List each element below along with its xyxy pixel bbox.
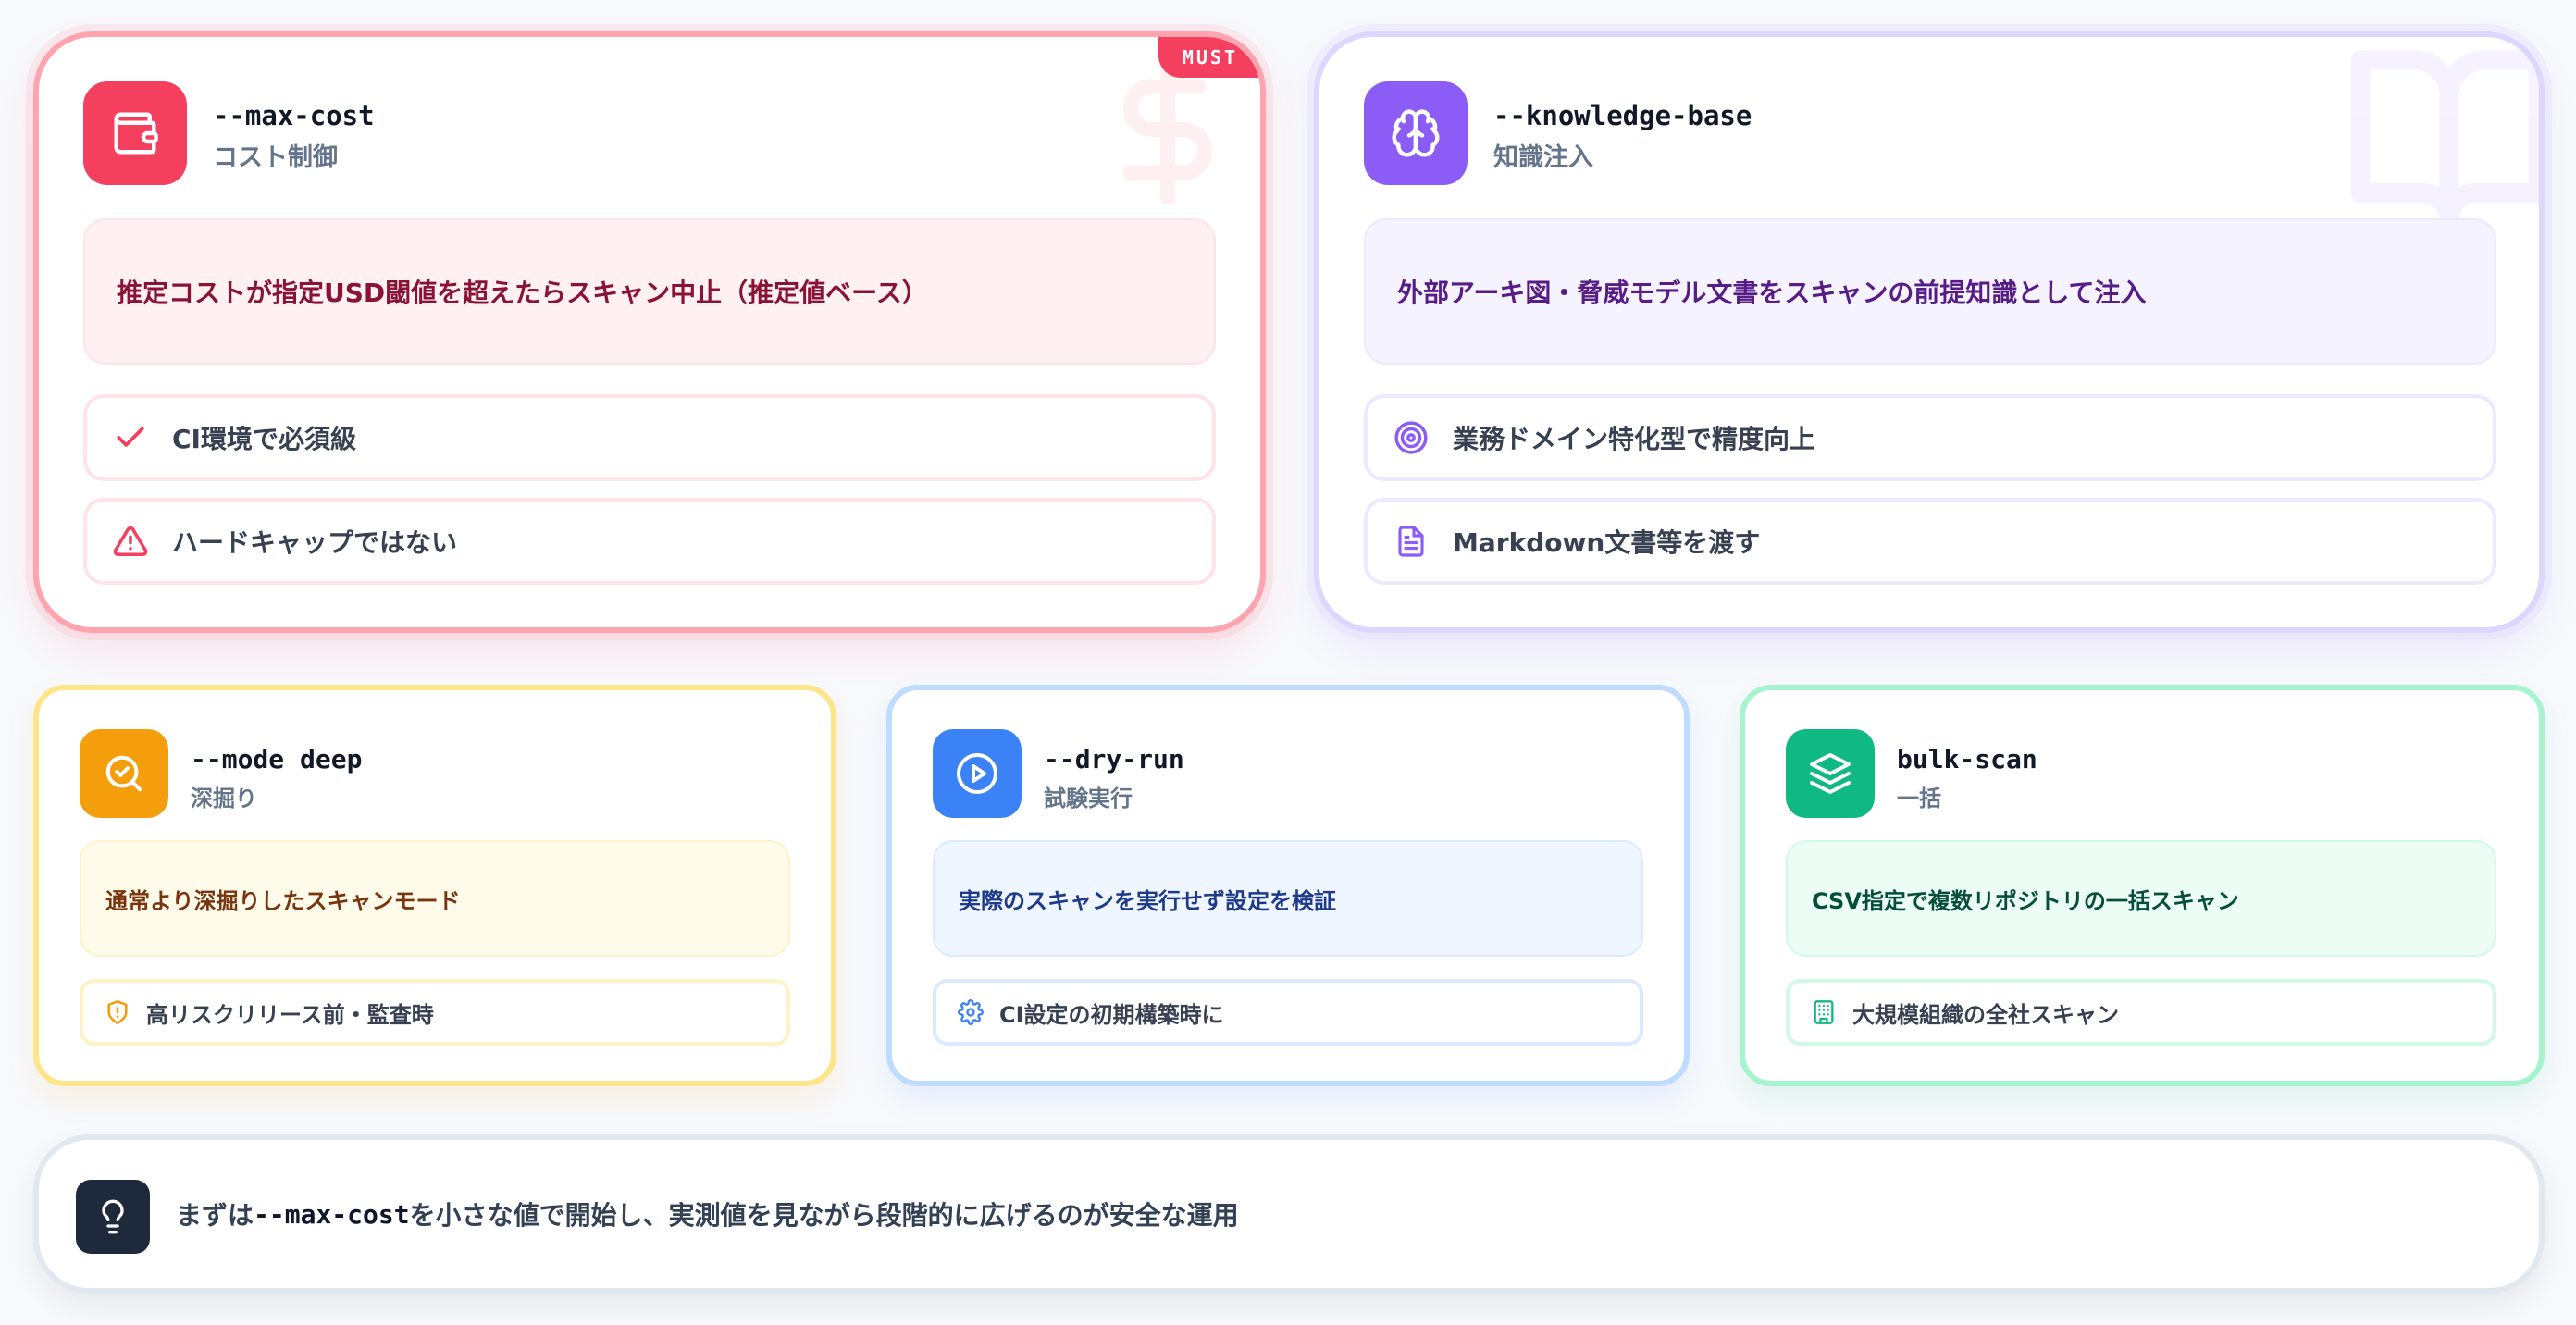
tip-code: --max-cost bbox=[254, 1198, 410, 1230]
card-header: --mode deep 深掘り bbox=[191, 744, 362, 812]
feature-item: CI環境で必須級 bbox=[83, 394, 1216, 481]
feature-label: 高リスクリリース前・監査時 bbox=[146, 1001, 434, 1028]
flag-description: CSV指定で複数リポジトリの一括スキャン bbox=[1786, 840, 2496, 957]
card-header: --dry-run 試験実行 bbox=[1044, 744, 1184, 812]
flag-subtitle: 知識注入 bbox=[1493, 143, 1593, 172]
flag-description: 外部アーキ図・脅威モデル文書をスキャンの前提知識として注入 bbox=[1364, 218, 2496, 365]
feature-label: Markdown文書等を渡す bbox=[1453, 527, 1761, 558]
lightbulb-icon bbox=[76, 1180, 150, 1254]
flag-subtitle: 一括 bbox=[1897, 786, 1941, 811]
gear-icon bbox=[957, 998, 985, 1026]
shield-alert-icon bbox=[104, 998, 131, 1026]
dry-run-card: --dry-run 試験実行 実際のスキャンを実行せず設定を検証 CI設定の初期… bbox=[886, 685, 1690, 1086]
flag-name: --dry-run bbox=[1044, 744, 1184, 774]
feature-item: 高リスクリリース前・監査時 bbox=[80, 979, 790, 1046]
feature-item: CI設定の初期構築時に bbox=[933, 979, 1643, 1046]
card-header: bulk-scan 一括 bbox=[1897, 744, 2037, 812]
flag-name: --mode deep bbox=[191, 744, 363, 774]
play-circle-icon bbox=[933, 729, 1022, 818]
flag-name: --max-cost bbox=[213, 100, 375, 131]
flag-subtitle: コスト制御 bbox=[213, 143, 338, 172]
feature-label: 業務ドメイン特化型で精度向上 bbox=[1453, 424, 1816, 454]
tip-prefix: まずは bbox=[176, 1200, 254, 1231]
search-check-icon bbox=[80, 729, 168, 818]
flag-description: 実際のスキャンを実行せず設定を検証 bbox=[933, 840, 1643, 957]
tip-suffix: を小さな値で開始し、実測値を見ながら段階的に広げるのが安全な運用 bbox=[409, 1200, 1239, 1231]
document-icon bbox=[1393, 524, 1429, 559]
flag-name: --knowledge-base bbox=[1493, 100, 1752, 131]
max-cost-card: MUST --max-cost コスト制御 推定コストが指定USD閾値を超えたら… bbox=[33, 31, 1266, 633]
book-icon bbox=[2350, 50, 2539, 229]
flag-description: 通常より深掘りしたスキャンモード bbox=[80, 840, 790, 957]
feature-item: 業務ドメイン特化型で精度向上 bbox=[1364, 394, 2496, 481]
flag-subtitle: 試験実行 bbox=[1044, 786, 1133, 811]
check-icon bbox=[113, 420, 148, 455]
card-header: --knowledge-base 知識注入 bbox=[1493, 100, 1752, 173]
feature-item: 大規模組織の全社スキャン bbox=[1786, 979, 2496, 1046]
flag-description: 推定コストが指定USD閾値を超えたらスキャン中止（推定値ベース） bbox=[83, 218, 1216, 365]
feature-label: CI環境で必須級 bbox=[172, 424, 356, 454]
feature-label: CI設定の初期構築時に bbox=[999, 1001, 1224, 1028]
feature-item: ハードキャップではない bbox=[83, 498, 1216, 585]
feature-label: 大規模組織の全社スキャン bbox=[1852, 1001, 2119, 1028]
card-header: --max-cost コスト制御 bbox=[213, 100, 375, 173]
bulk-scan-card: bulk-scan 一括 CSV指定で複数リポジトリの一括スキャン 大規模組織の… bbox=[1740, 685, 2545, 1086]
flag-subtitle: 深掘り bbox=[191, 786, 257, 811]
tip-banner: まずは --max-cost を小さな値で開始し、実測値を見ながら段階的に広げるのが… bbox=[33, 1134, 2545, 1294]
feature-label: ハードキャップではない bbox=[172, 527, 458, 558]
target-icon bbox=[1393, 420, 1429, 455]
flag-name: bulk-scan bbox=[1897, 744, 2037, 774]
mode-deep-card: --mode deep 深掘り 通常より深掘りしたスキャンモード 高リスクリリー… bbox=[33, 685, 836, 1086]
warning-triangle-icon bbox=[113, 524, 148, 559]
wallet-icon bbox=[83, 81, 187, 185]
brain-icon bbox=[1364, 81, 1468, 185]
layers-icon bbox=[1786, 729, 1875, 818]
must-badge: MUST bbox=[1158, 37, 1260, 78]
knowledge-base-card: --knowledge-base 知識注入 外部アーキ図・脅威モデル文書をスキャ… bbox=[1314, 31, 2545, 633]
feature-item: Markdown文書等を渡す bbox=[1364, 498, 2496, 585]
building-icon bbox=[1810, 998, 1838, 1026]
tip-text: まずは --max-cost を小さな値で開始し、実測値を見ながら段階的に広げるのが… bbox=[176, 1140, 1239, 1288]
